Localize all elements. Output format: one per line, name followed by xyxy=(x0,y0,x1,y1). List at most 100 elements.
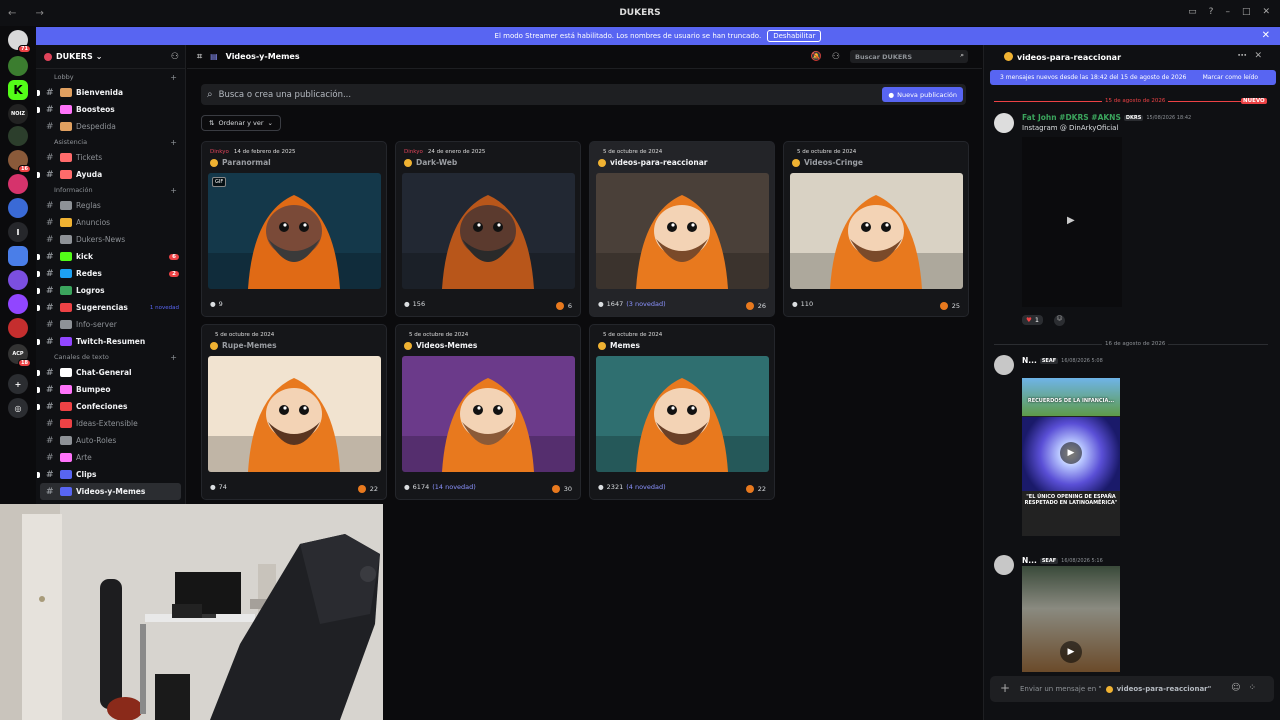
sort-view-button[interactable]: ⇅ Ordenar y ver ⌄ xyxy=(201,115,281,131)
channel-item[interactable]: # Tickets xyxy=(36,149,185,166)
channel-category[interactable]: Canales de texto + xyxy=(36,350,185,364)
post-card[interactable]: Dinkyo 24 de enero de 2025 Dark-Web ● 156 6 xyxy=(395,141,581,317)
emoji-icon[interactable]: ☺ xyxy=(1231,683,1248,693)
channel-item[interactable]: # kick 6 xyxy=(36,248,185,265)
channel-item[interactable]: # Bienvenida xyxy=(36,84,185,101)
server-icon[interactable]: K xyxy=(8,80,28,100)
server-icon[interactable]: ACP 18 xyxy=(8,344,31,367)
server-icon[interactable] xyxy=(8,56,28,76)
post-card[interactable]: Dinkyo 14 de febrero de 2025 Paranormal GIF… xyxy=(201,141,387,317)
server-icon[interactable] xyxy=(8,174,28,194)
post-reactions[interactable]: 25 xyxy=(939,302,960,310)
server-header[interactable]: DUKERS ⌄ ⚇ xyxy=(36,45,185,69)
threads-icon[interactable]: ⌗ xyxy=(197,52,202,62)
post-card[interactable]: 5 de octubre de 2024 Videos-Memes ● 6174 (14… xyxy=(395,324,581,500)
post-thumbnail[interactable] xyxy=(596,356,769,472)
create-channel-icon[interactable]: + xyxy=(170,73,177,82)
channel-item[interactable]: # Anuncios xyxy=(36,214,185,231)
minimize-button[interactable]: – xyxy=(1225,7,1230,17)
channel-item[interactable]: # Confeciones xyxy=(36,398,185,415)
inbox-icon[interactable]: ▭ xyxy=(1188,7,1197,17)
channel-item[interactable]: # Despedida xyxy=(36,118,185,135)
more-options-icon[interactable]: ⋯ xyxy=(1237,51,1254,61)
post-card[interactable]: 5 de octubre de 2024 Rupe-Memes ● 74 22 xyxy=(201,324,387,500)
channel-category[interactable]: Información + xyxy=(36,183,185,197)
avatar[interactable] xyxy=(994,355,1014,375)
post-reactions[interactable]: 26 xyxy=(745,302,766,310)
post-reactions[interactable]: 30 xyxy=(551,485,572,493)
add-reaction-icon[interactable]: ☺ xyxy=(1054,315,1065,326)
server-icon[interactable] xyxy=(8,318,28,338)
post-reactions[interactable]: 22 xyxy=(745,485,766,493)
channel-item[interactable]: # Bumpeo xyxy=(36,381,185,398)
new-messages-bar[interactable]: 3 mensajes nuevos desde las 18:42 del 15… xyxy=(990,70,1276,85)
channel-item[interactable]: # Dukers-News xyxy=(36,231,185,248)
channel-item[interactable]: # Ideas-Extensible xyxy=(36,415,185,432)
post-thumbnail[interactable] xyxy=(402,356,575,472)
new-post-button[interactable]: ● Nueva publicación xyxy=(882,87,963,102)
post-thumbnail[interactable]: GIF xyxy=(208,173,381,289)
post-card[interactable]: 5 de octubre de 2024 Memes ● 2321 (4 novedad… xyxy=(589,324,775,500)
play-icon[interactable]: ▶ xyxy=(1060,442,1082,464)
banner-close-icon[interactable]: ✕ xyxy=(1262,30,1270,41)
mute-icon[interactable]: 🔕 xyxy=(811,52,822,62)
members-icon[interactable]: ⚇ xyxy=(832,52,840,62)
play-icon[interactable]: ▶ xyxy=(1060,641,1082,663)
server-icon[interactable] xyxy=(8,246,28,266)
video-embed[interactable]: ▶ xyxy=(1022,566,1120,672)
add-member-icon[interactable]: ⚇ xyxy=(171,52,179,62)
meme-video[interactable]: RECUERDOS DE LA INFANCIA... ▶ "EL ÚNICO … xyxy=(1022,378,1120,536)
mark-read-button[interactable]: Marcar como leído xyxy=(1203,74,1258,81)
server-icon[interactable]: I xyxy=(8,222,28,242)
play-icon[interactable]: ▶ xyxy=(1067,215,1075,226)
post-reactions[interactable]: 6 xyxy=(555,302,572,310)
add-attachment-icon[interactable]: + xyxy=(1000,681,1010,695)
create-channel-icon[interactable]: + xyxy=(170,186,177,195)
server-icon[interactable] xyxy=(8,294,28,314)
add-server-icon[interactable]: + xyxy=(8,374,28,394)
server-icon[interactable]: NOIZ xyxy=(8,104,28,124)
help-icon[interactable]: ? xyxy=(1209,7,1214,17)
channel-item[interactable]: # Sugerencias 1 novedad xyxy=(36,299,185,316)
channel-item[interactable]: # Info-server xyxy=(36,316,185,333)
message-author[interactable]: Fat John #DKRS #AKNS DKRS 15/08/2026 18:… xyxy=(1022,113,1191,122)
channel-item[interactable]: # Chat-General xyxy=(36,364,185,381)
disable-streamer-button[interactable]: Deshabilitar xyxy=(767,30,822,42)
channel-item[interactable]: # Twitch-Resumen xyxy=(36,333,185,350)
reaction-chip[interactable]: ♥ 1 xyxy=(1022,315,1043,325)
post-thumbnail[interactable] xyxy=(790,173,963,289)
message-author[interactable]: N... SEAF 16/08/2026 5:16 xyxy=(1022,556,1103,565)
maximize-button[interactable]: □ xyxy=(1242,7,1251,17)
post-thumbnail[interactable] xyxy=(596,173,769,289)
close-window-button[interactable]: ✕ xyxy=(1262,7,1270,17)
server-icon[interactable]: 71 xyxy=(8,30,31,53)
avatar[interactable] xyxy=(994,555,1014,575)
avatar[interactable] xyxy=(994,113,1014,133)
message-author[interactable]: N... SEAF 16/08/2026 5:08 xyxy=(1022,356,1103,365)
channel-item[interactable]: # Redes 2 xyxy=(36,265,185,282)
channel-item[interactable]: # Logros xyxy=(36,282,185,299)
server-search-input[interactable]: Buscar DUKERS ⌕ xyxy=(850,50,968,63)
post-search-input[interactable]: ⌕ Busca o crea una publicación... ● Nuev… xyxy=(201,84,966,105)
server-icon[interactable] xyxy=(8,270,28,290)
close-thread-icon[interactable]: ✕ xyxy=(1254,51,1270,61)
channel-item[interactable]: # Arte xyxy=(36,449,185,466)
channel-item[interactable]: # Ayuda xyxy=(36,166,185,183)
channel-item[interactable]: # Auto-Roles xyxy=(36,432,185,449)
channel-item[interactable]: # Boosteos xyxy=(36,101,185,118)
channel-item[interactable]: # Videos-y-Memes xyxy=(40,483,181,500)
channel-category[interactable]: Lobby + xyxy=(36,70,185,84)
discover-icon[interactable]: ◎ xyxy=(8,398,28,418)
channel-category[interactable]: Asistencia + xyxy=(36,135,185,149)
post-thumbnail[interactable] xyxy=(402,173,575,289)
post-card[interactable]: 5 de octubre de 2024 Videos-Cringe ● 110 25 xyxy=(783,141,969,317)
apps-icon[interactable]: ⁘ xyxy=(1248,683,1264,693)
create-channel-icon[interactable]: + xyxy=(170,138,177,147)
message-input[interactable]: + Enviar un mensaje en " videos-para-rea… xyxy=(990,676,1274,702)
server-icon[interactable]: 16 xyxy=(8,150,31,173)
channel-item[interactable]: # Clips xyxy=(36,466,185,483)
create-channel-icon[interactable]: + xyxy=(170,353,177,362)
channel-item[interactable]: # Reglas xyxy=(36,197,185,214)
server-icon[interactable] xyxy=(8,126,28,146)
server-icon[interactable] xyxy=(8,198,28,218)
